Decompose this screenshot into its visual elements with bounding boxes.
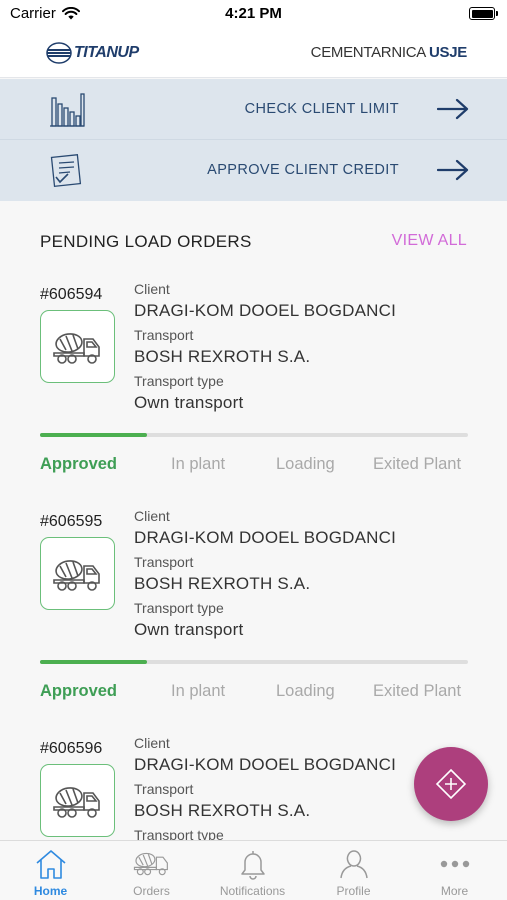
logo-text-titan: TITAN	[74, 44, 118, 61]
truck-thumbnail	[40, 310, 115, 383]
tab-orders[interactable]: Orders	[101, 841, 202, 900]
logo-wordmark: TITANUP	[74, 44, 139, 62]
client-value: DRAGI-KOM DOOEL BOGDANCI	[134, 301, 397, 320]
step-exited-plant: Exited Plant	[373, 682, 462, 700]
order-card[interactable]: #606595 Client DRAGI-KOM DOOEL BOGDANCI …	[0, 507, 507, 734]
bar-chart-icon	[50, 93, 85, 127]
tab-orders-label: Orders	[133, 884, 170, 898]
client-value: DRAGI-KOM DOOEL BOGDANCI	[134, 755, 397, 774]
order-card[interactable]: #606594 Client DRAGI-KOM DOOEL BOGDANCI …	[0, 280, 507, 507]
user-icon	[339, 850, 368, 879]
tab-more[interactable]: More	[404, 841, 505, 900]
transport-type-value: Own transport	[134, 393, 244, 412]
pending-load-orders-title: PENDING LOAD ORDERS	[40, 232, 252, 251]
step-in-plant: In plant	[171, 682, 226, 700]
order-progress-fill	[40, 660, 147, 664]
step-loading: Loading	[276, 682, 335, 700]
tab-bar: Home Orders Notifications Profile More	[0, 840, 507, 900]
step-loading: Loading	[276, 455, 335, 473]
approve-client-credit-label: APPROVE CLIENT CREDIT	[207, 162, 399, 178]
mixer-truck-icon	[53, 787, 100, 818]
app-header: TITANUP CEMENTARNICA USJE	[0, 30, 507, 78]
checklist-icon	[50, 154, 82, 187]
company-name: CEMENTARNICA USJE	[310, 44, 468, 61]
tab-home[interactable]: Home	[0, 841, 101, 900]
company-name-b: USJE	[429, 44, 467, 61]
logo-text-up: UP	[117, 44, 139, 61]
client-label: Client	[134, 735, 170, 751]
quick-actions: CHECK CLIENT LIMIT APPROVE CLIENT CREDIT	[0, 79, 507, 201]
client-label: Client	[134, 281, 170, 297]
transport-label: Transport	[134, 781, 194, 797]
arrow-right-icon	[437, 159, 469, 181]
status-bar: Carrier 4:21 PM	[0, 0, 507, 30]
step-approved: Approved	[40, 455, 118, 473]
check-client-limit-label: CHECK CLIENT LIMIT	[244, 101, 399, 117]
transport-value: BOSH REXROTH S.A.	[134, 347, 311, 366]
tab-notifications-label: Notifications	[219, 884, 286, 898]
tab-notifications[interactable]: Notifications	[202, 841, 303, 900]
home-icon	[35, 850, 66, 879]
floating-action-button[interactable]	[414, 747, 488, 821]
titan-logo-mark-icon	[46, 42, 72, 64]
transport-type-label: Transport type	[134, 827, 224, 840]
transport-type-label: Transport type	[134, 600, 224, 616]
view-all-link[interactable]: VIEW ALL	[392, 232, 467, 250]
client-label: Client	[134, 508, 170, 524]
order-id: #606594	[40, 286, 103, 303]
transport-value: BOSH REXROTH S.A.	[134, 801, 311, 820]
tab-profile-label: Profile	[336, 884, 371, 898]
transport-label: Transport	[134, 327, 194, 343]
client-value: DRAGI-KOM DOOEL BOGDANCI	[134, 528, 397, 547]
arrow-right-icon	[437, 98, 469, 120]
tab-more-label: More	[440, 884, 469, 898]
step-approved: Approved	[40, 682, 118, 700]
step-exited-plant: Exited Plant	[373, 455, 462, 473]
truck-thumbnail	[40, 764, 115, 837]
add-diamond-icon	[435, 768, 467, 800]
bell-icon	[240, 851, 265, 880]
truck-thumbnail	[40, 537, 115, 610]
truck-icon	[133, 852, 168, 876]
transport-value: BOSH REXROTH S.A.	[134, 574, 311, 593]
tab-profile[interactable]: Profile	[303, 841, 404, 900]
approve-client-credit-button[interactable]: APPROVE CLIENT CREDIT	[0, 140, 507, 201]
transport-type-value: Own transport	[134, 620, 244, 639]
order-progress-bar	[40, 660, 468, 664]
tab-home-label: Home	[33, 884, 68, 898]
order-id: #606596	[40, 740, 103, 757]
mixer-truck-icon	[53, 333, 100, 364]
step-in-plant: In plant	[171, 455, 226, 473]
order-progress-fill	[40, 433, 147, 437]
order-id: #606595	[40, 513, 103, 530]
mixer-truck-icon	[53, 560, 100, 591]
more-icon	[440, 860, 469, 868]
battery-icon	[469, 7, 498, 20]
check-client-limit-button[interactable]: CHECK CLIENT LIMIT	[0, 79, 507, 140]
transport-label: Transport	[134, 554, 194, 570]
company-name-a: CEMENTARNICA	[310, 44, 429, 61]
transport-type-label: Transport type	[134, 373, 224, 389]
clock: 4:21 PM	[225, 5, 282, 22]
titanup-logo[interactable]: TITANUP	[46, 42, 139, 64]
order-progress-bar	[40, 433, 468, 437]
